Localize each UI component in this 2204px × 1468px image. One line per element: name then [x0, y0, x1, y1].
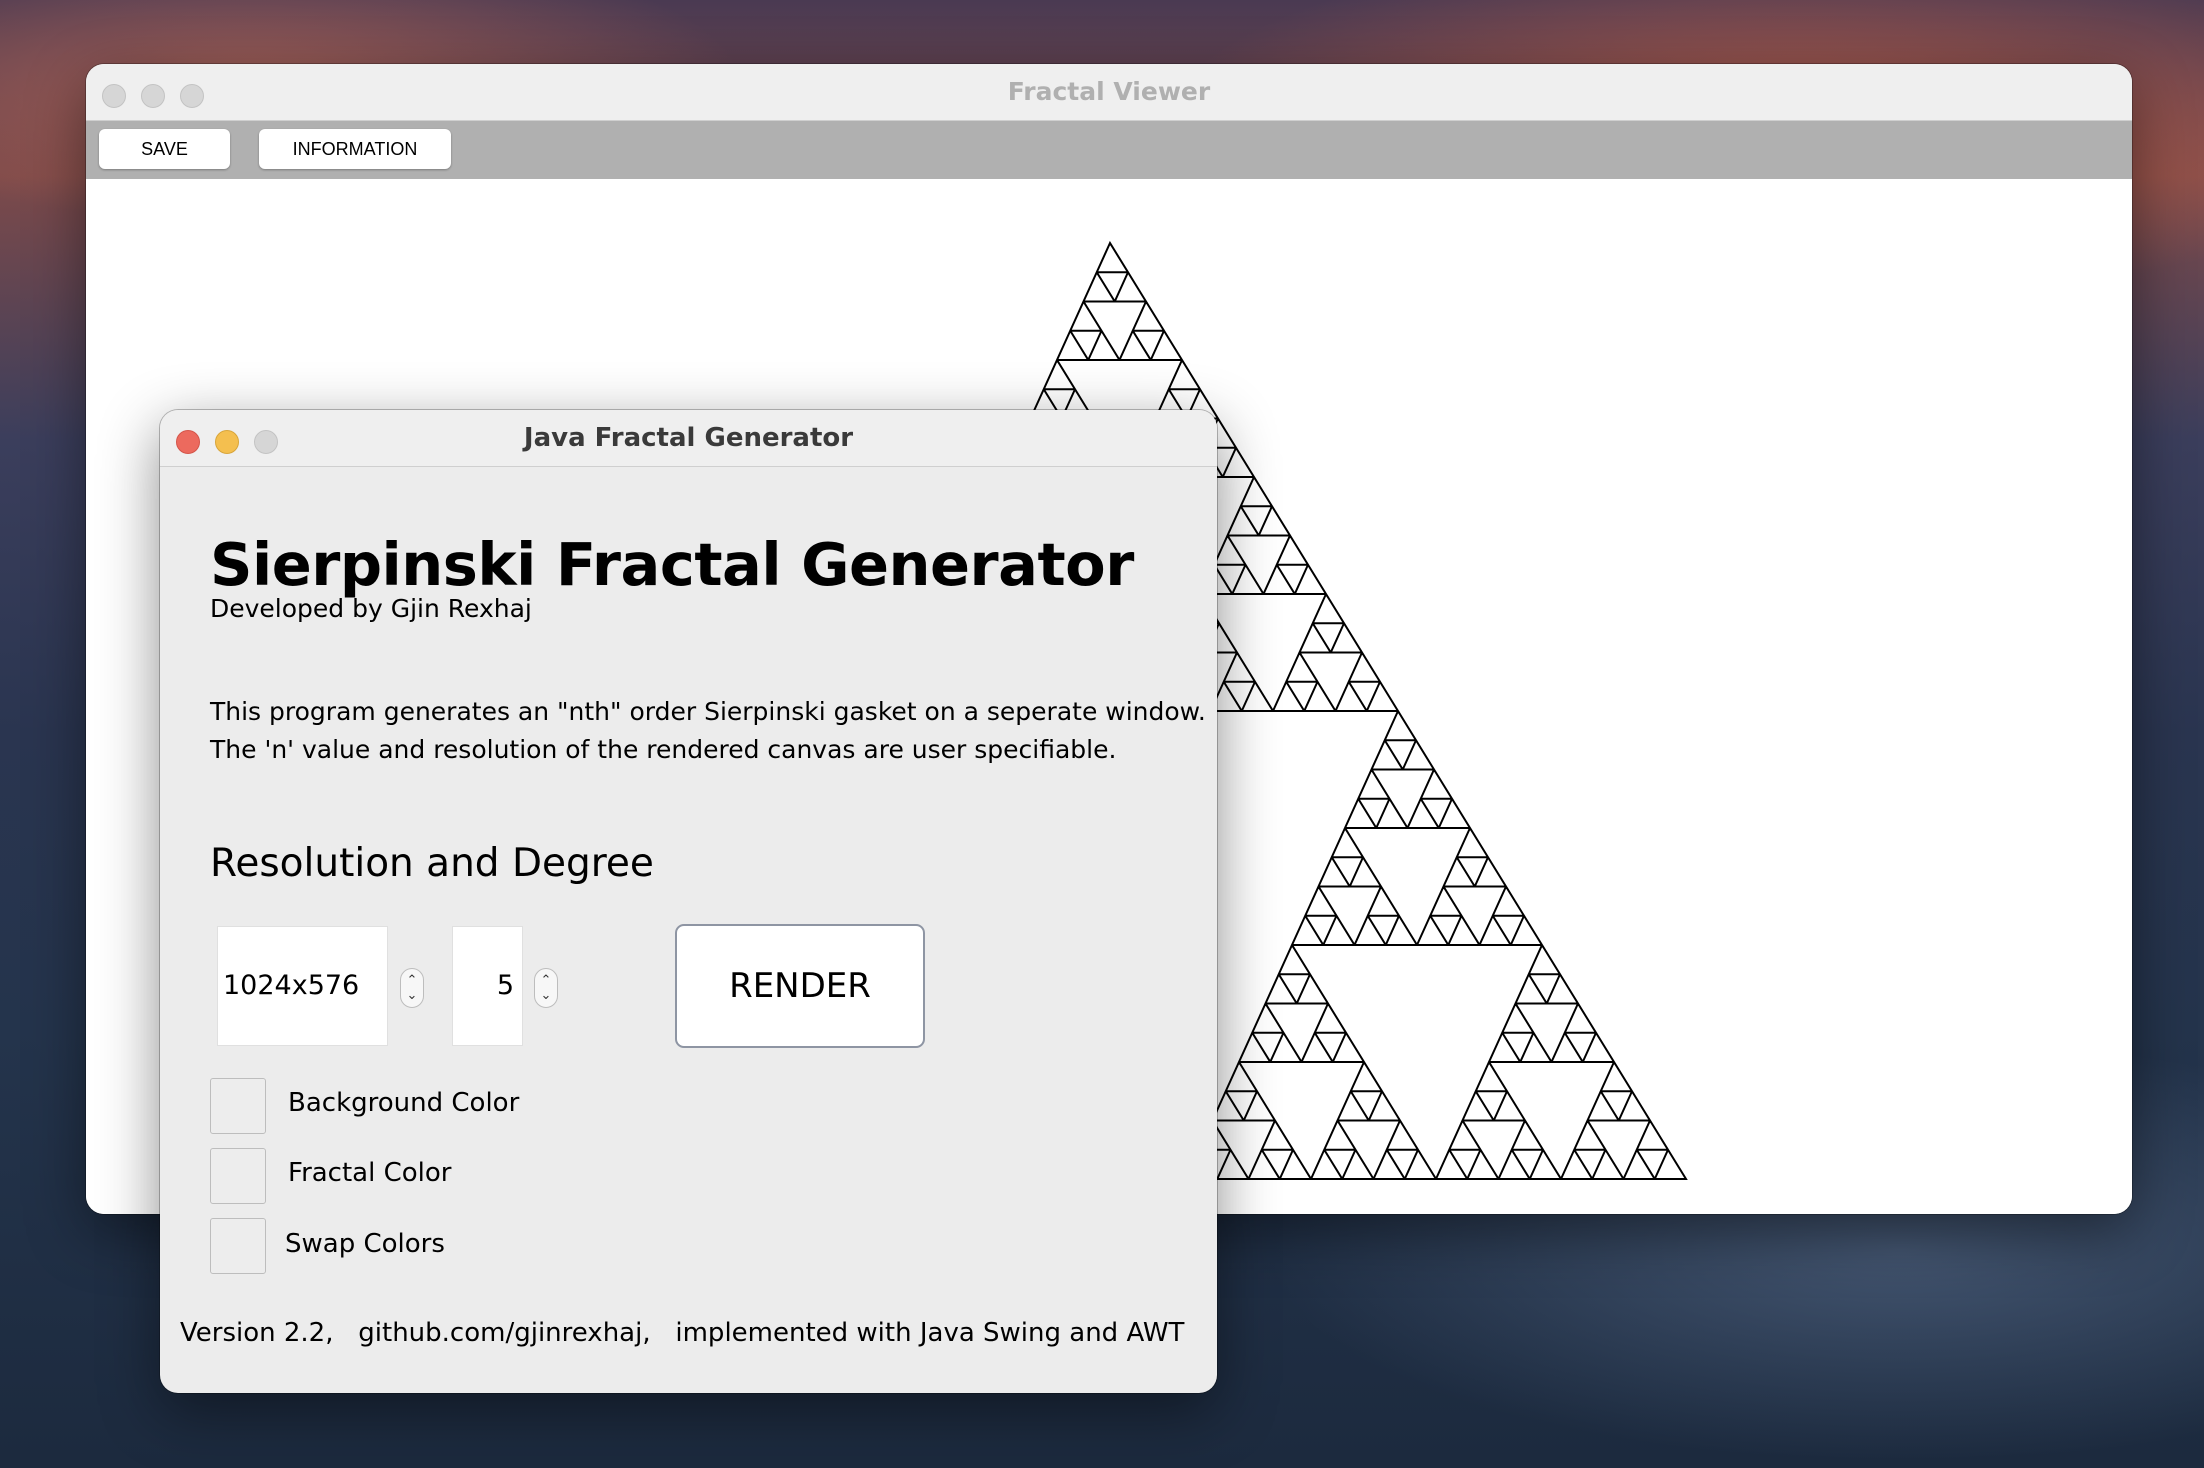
- viewer-toolbar: SAVE INFORMATION: [86, 121, 2132, 179]
- generator-title: Java Fractal Generator: [523, 423, 854, 453]
- fractal-generator-window: Java Fractal Generator Sierpinski Fracta…: [160, 410, 1217, 1393]
- swap-colors-label: Swap Colors: [285, 1229, 445, 1259]
- information-button[interactable]: INFORMATION: [259, 129, 451, 169]
- section-title: Resolution and Degree: [210, 841, 654, 886]
- description-line-1: This program generates an "nth" order Si…: [210, 697, 1206, 726]
- degree-input[interactable]: 5: [452, 926, 523, 1046]
- chevron-up-icon[interactable]: ⌃: [407, 973, 418, 988]
- page-title: Sierpinski Fractal Generator: [210, 530, 1134, 599]
- chevron-down-icon[interactable]: ⌄: [541, 988, 552, 1003]
- resolution-stepper[interactable]: ⌃ ⌄: [400, 968, 424, 1008]
- resolution-input[interactable]: 1024x576: [217, 926, 388, 1046]
- fractal-color-checkbox[interactable]: [210, 1148, 266, 1204]
- generator-titlebar[interactable]: Java Fractal Generator: [160, 410, 1217, 467]
- viewer-title: Fractal Viewer: [1007, 77, 1211, 106]
- program-description: This program generates an "nth" order Si…: [210, 693, 1206, 769]
- generator-window-controls: [176, 430, 278, 454]
- save-button[interactable]: SAVE: [99, 129, 230, 169]
- version-footer: Version 2.2, github.com/gjinrexhaj, impl…: [180, 1318, 1185, 1348]
- render-button[interactable]: RENDER: [675, 924, 925, 1048]
- chevron-up-icon[interactable]: ⌃: [541, 973, 552, 988]
- generator-content: Sierpinski Fractal Generator Developed b…: [160, 466, 1217, 1393]
- fractal-color-label: Fractal Color: [288, 1158, 452, 1188]
- background-color-label: Background Color: [288, 1088, 520, 1118]
- close-window-button[interactable]: [176, 430, 200, 454]
- swap-colors-checkbox[interactable]: [210, 1218, 266, 1274]
- minimize-window-button[interactable]: [215, 430, 239, 454]
- close-window-button[interactable]: [102, 84, 126, 108]
- zoom-window-button[interactable]: [180, 84, 204, 108]
- chevron-down-icon[interactable]: ⌄: [407, 988, 418, 1003]
- zoom-window-button[interactable]: [254, 430, 278, 454]
- background-color-checkbox[interactable]: [210, 1078, 266, 1134]
- author-credit: Developed by Gjin Rexhaj: [210, 594, 532, 623]
- viewer-window-controls: [102, 84, 204, 108]
- description-line-2: The 'n' value and resolution of the rend…: [210, 735, 1117, 764]
- minimize-window-button[interactable]: [141, 84, 165, 108]
- degree-stepper[interactable]: ⌃ ⌄: [534, 968, 558, 1008]
- viewer-titlebar[interactable]: Fractal Viewer: [86, 64, 2132, 121]
